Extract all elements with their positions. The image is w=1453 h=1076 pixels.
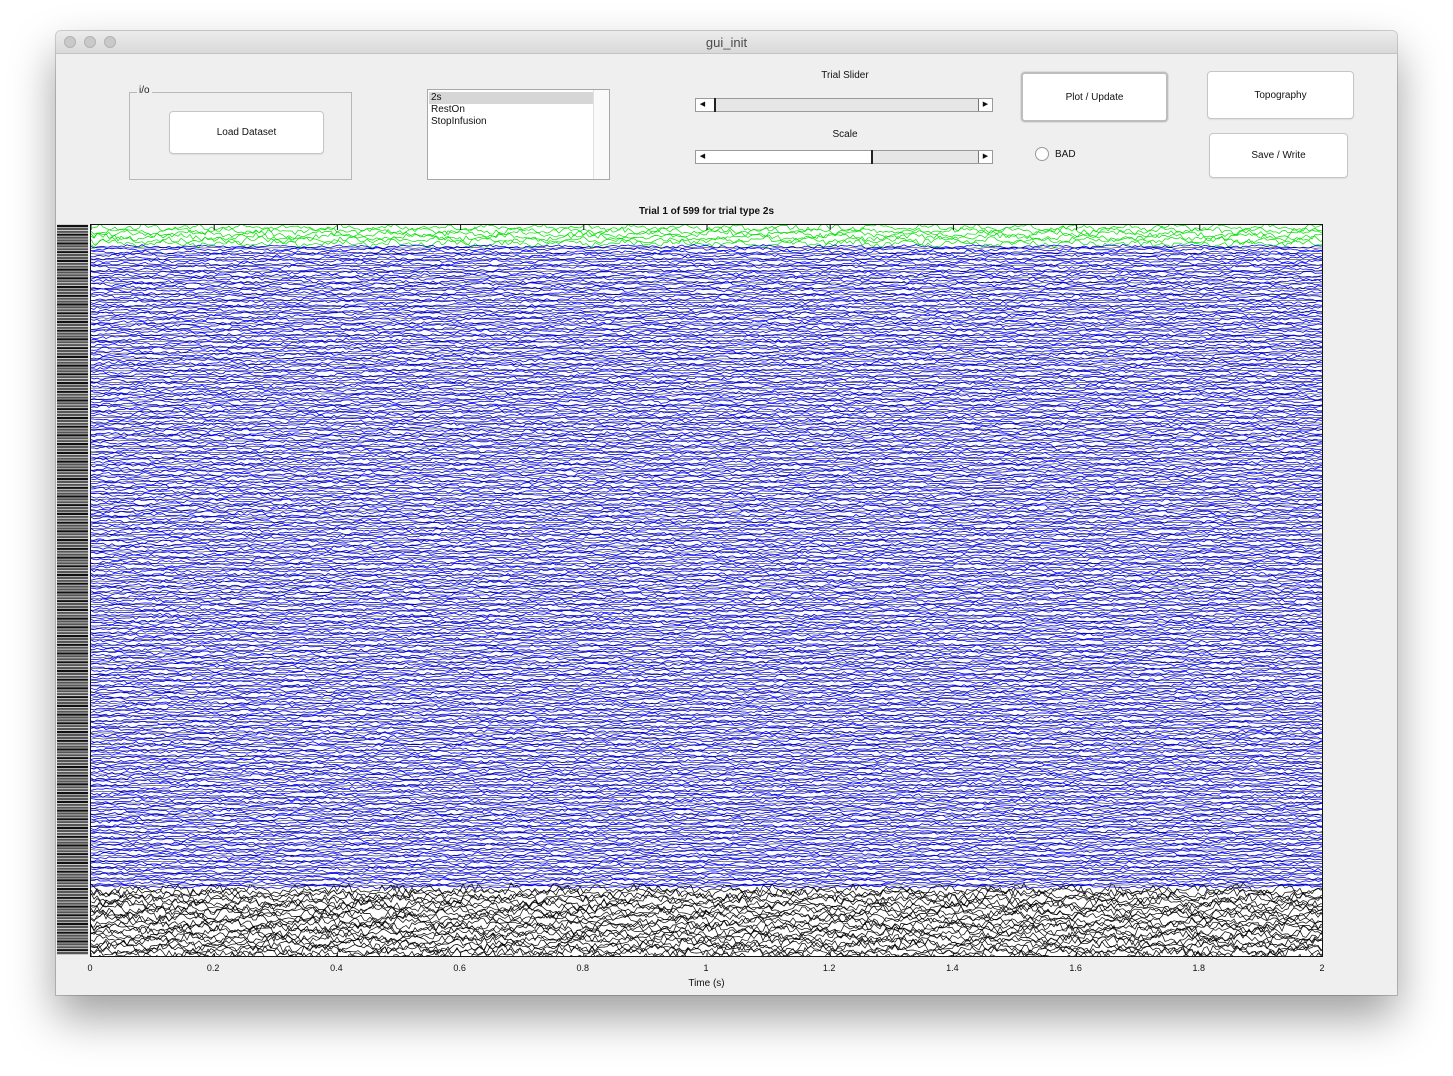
channel-trace xyxy=(91,878,1322,880)
bad-radio-button[interactable] xyxy=(1035,147,1049,161)
channel-trace xyxy=(91,872,1322,875)
channel-trace xyxy=(91,726,1322,728)
channel-trace xyxy=(91,761,1322,763)
channel-trace xyxy=(91,340,1322,343)
channel-trace xyxy=(91,738,1322,740)
channel-trace xyxy=(91,808,1322,810)
channel-trace xyxy=(91,861,1322,863)
channel-trace xyxy=(91,247,1322,249)
channel-trace xyxy=(91,434,1322,436)
channel-trace xyxy=(91,396,1322,401)
channel-trace xyxy=(91,749,1322,752)
window-title: gui_init xyxy=(705,35,748,50)
channel-trace xyxy=(91,410,1322,413)
channel-trace xyxy=(91,834,1322,840)
channel-trace xyxy=(91,323,1322,325)
channel-trace xyxy=(91,381,1322,384)
channel-trace xyxy=(91,650,1322,652)
channel-trace xyxy=(91,825,1322,828)
io-panel-title: i/o xyxy=(137,85,152,96)
topography-button[interactable]: Topography xyxy=(1207,71,1354,119)
channel-trace xyxy=(91,615,1322,617)
plot-title: Trial 1 of 599 for trial type 2s xyxy=(638,206,775,217)
load-dataset-button[interactable]: Load Dataset xyxy=(169,111,324,154)
channel-trace xyxy=(91,510,1322,512)
channel-trace xyxy=(91,329,1322,331)
channel-trace xyxy=(91,767,1322,769)
trial-slider[interactable]: ◀ ▶ xyxy=(695,98,993,112)
channel-trace xyxy=(91,422,1322,424)
x-tick-label: 1.4 xyxy=(946,963,959,973)
channel-trace xyxy=(91,668,1322,670)
bad-label: BAD xyxy=(1055,148,1076,160)
channel-trace xyxy=(91,539,1322,541)
channel-trace xyxy=(91,264,1322,267)
channel-trace xyxy=(91,909,1322,925)
channel-trace xyxy=(91,638,1322,641)
x-tick-label: 0 xyxy=(87,963,93,973)
channel-label-strip xyxy=(57,222,89,960)
x-tick-label: 1 xyxy=(703,963,709,973)
x-tick-label: 0.6 xyxy=(453,963,466,973)
trial-slider-label: Trial Slider xyxy=(821,70,869,81)
channel-trace xyxy=(91,235,1322,246)
title-bar: gui_init xyxy=(56,31,1397,54)
channel-trace xyxy=(91,714,1322,717)
channel-trace xyxy=(91,334,1322,337)
channel-trace xyxy=(91,884,1322,886)
channel-trace xyxy=(91,451,1322,454)
channel-trace xyxy=(91,586,1322,588)
slider-thumb[interactable] xyxy=(714,98,717,112)
slider-right-arrow-icon[interactable]: ▶ xyxy=(978,99,992,111)
trial-type-list[interactable]: 2s RestOn StopInfusion xyxy=(427,89,610,180)
slider-left-arrow-icon[interactable]: ◀ xyxy=(696,151,710,163)
x-tick-label: 2 xyxy=(1319,963,1325,973)
app-window: gui_init i/o Load Dataset 2s RestOn Stop… xyxy=(56,31,1397,995)
x-tick-label: 1.2 xyxy=(822,963,836,973)
slider-right-arrow-icon[interactable]: ▶ xyxy=(978,151,992,163)
channel-trace xyxy=(91,612,1322,618)
bad-toggle[interactable]: BAD xyxy=(1035,146,1076,162)
plot-update-button[interactable]: Plot / Update xyxy=(1021,72,1168,122)
channel-trace xyxy=(91,702,1322,708)
channel-trace xyxy=(91,299,1322,305)
channel-trace xyxy=(91,633,1322,635)
channel-trace xyxy=(91,802,1322,804)
channel-trace xyxy=(91,720,1322,723)
scale-slider-label: Scale xyxy=(832,129,858,140)
slider-thumb[interactable] xyxy=(871,150,873,164)
x-tick-label: 0.4 xyxy=(330,963,343,973)
channel-traces-axes[interactable] xyxy=(90,224,1323,957)
scale-slider[interactable]: ◀ ▶ xyxy=(695,150,993,164)
slider-left-arrow-icon[interactable]: ◀ xyxy=(696,99,710,111)
x-tick-label: 0.8 xyxy=(576,963,590,973)
channel-trace xyxy=(91,253,1322,255)
channel-trace xyxy=(91,428,1322,430)
channel-trace xyxy=(91,551,1322,553)
channel-trace xyxy=(91,457,1322,460)
channel-trace xyxy=(91,305,1322,308)
channel-trace xyxy=(91,773,1322,775)
list-item[interactable]: 2s xyxy=(429,92,593,104)
x-axis-label: Time (s) xyxy=(688,978,725,989)
channel-trace xyxy=(91,820,1322,822)
channel-trace xyxy=(91,790,1322,793)
list-item[interactable]: RestOn xyxy=(429,104,593,116)
save-write-button[interactable]: Save / Write xyxy=(1209,133,1348,178)
list-scrollbar[interactable] xyxy=(593,90,609,179)
x-tick-label: 0.2 xyxy=(206,963,220,973)
channel-trace xyxy=(91,855,1322,857)
channel-trace xyxy=(91,785,1322,787)
slider-track-fill xyxy=(709,151,871,163)
x-tick-label: 1.6 xyxy=(1069,963,1082,973)
channel-trace xyxy=(91,387,1322,389)
x-axis: 0 0.2 0.4 0.6 0.8 1 1.2 1.4 1.6 1.8 2 Time (s) xyxy=(87,957,1325,991)
channel-trace xyxy=(91,603,1322,606)
list-item[interactable]: StopInfusion xyxy=(429,116,593,128)
x-tick-label: 1.8 xyxy=(1192,963,1206,973)
